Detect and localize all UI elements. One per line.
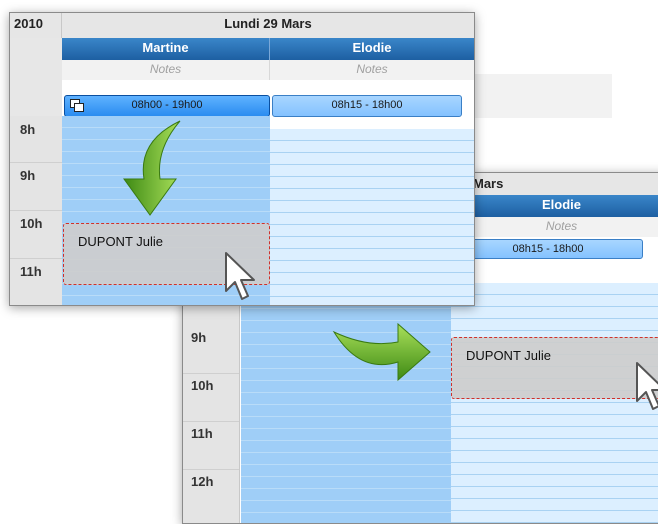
back-hour-divider (183, 421, 239, 422)
mouse-pointer-icon (225, 252, 255, 300)
shift-elodie[interactable]: 08h15 - 18h00 (272, 95, 462, 117)
back-hour-10h: 10h (191, 378, 214, 393)
employee-header-elodie[interactable]: Elodie (270, 38, 474, 60)
event-label: DUPONT Julie (78, 234, 164, 249)
front-employee-row: Martine Elodie (10, 38, 474, 60)
front-notes-corner (10, 60, 62, 80)
hour-10h: 10h (20, 216, 43, 231)
curved-arrow-right-icon (332, 322, 431, 382)
back-hour-11h: 11h (191, 426, 213, 441)
copy-icon[interactable] (70, 99, 84, 112)
curved-arrow-down-icon (123, 120, 181, 216)
front-calendar-panel: 2010 Lundi 29 Mars Martine Elodie Notes … (9, 12, 475, 306)
date-label: Lundi 29 Mars (62, 13, 474, 38)
front-hour-column: 8h 9h 10h 11h (10, 116, 63, 305)
back-shift-elodie[interactable]: 08h15 - 18h00 (453, 239, 643, 259)
hour-8h: 8h (20, 122, 36, 137)
notes-elodie[interactable]: Notes (270, 60, 474, 80)
front-shift-corner (10, 80, 62, 116)
front-corner-cell (10, 38, 62, 60)
back-hour-column: 9h 10h 11h 12h (183, 283, 240, 523)
front-notes-row: Notes Notes (10, 60, 474, 80)
back-employee-elodie[interactable]: Elodie (451, 195, 658, 217)
front-date-row: 2010 Lundi 29 Mars (10, 13, 474, 38)
year-label: 2010 (10, 13, 62, 38)
back-hour-9h: 9h (191, 330, 207, 345)
hour-9h: 9h (20, 168, 36, 183)
hour-11h: 11h (20, 264, 42, 279)
employee-header-martine[interactable]: Martine (62, 38, 270, 60)
front-hour-divider (10, 210, 62, 211)
back-event-dupont[interactable]: DUPONT Julie (451, 337, 658, 399)
back-notes-elodie[interactable]: Notes (451, 217, 658, 237)
slot-column-elodie[interactable] (270, 129, 474, 305)
background-band (468, 74, 612, 118)
front-hour-divider (10, 162, 62, 163)
back-event-label: DUPONT Julie (466, 348, 552, 363)
mouse-pointer-icon (636, 362, 658, 410)
shift-martine[interactable]: 08h00 - 19h00 (64, 95, 270, 117)
shift-martine-label: 08h00 - 19h00 (131, 99, 203, 111)
back-hour-divider (183, 373, 239, 374)
front-hour-divider (10, 258, 62, 259)
front-shift-row: 08h00 - 19h00 08h15 - 18h00 (10, 80, 474, 117)
back-date-partial: Mars (473, 176, 504, 191)
back-slot-column-2[interactable] (451, 283, 658, 523)
back-hour-divider (183, 469, 239, 470)
notes-martine[interactable]: Notes (62, 60, 270, 80)
back-hour-12h: 12h (191, 474, 214, 489)
